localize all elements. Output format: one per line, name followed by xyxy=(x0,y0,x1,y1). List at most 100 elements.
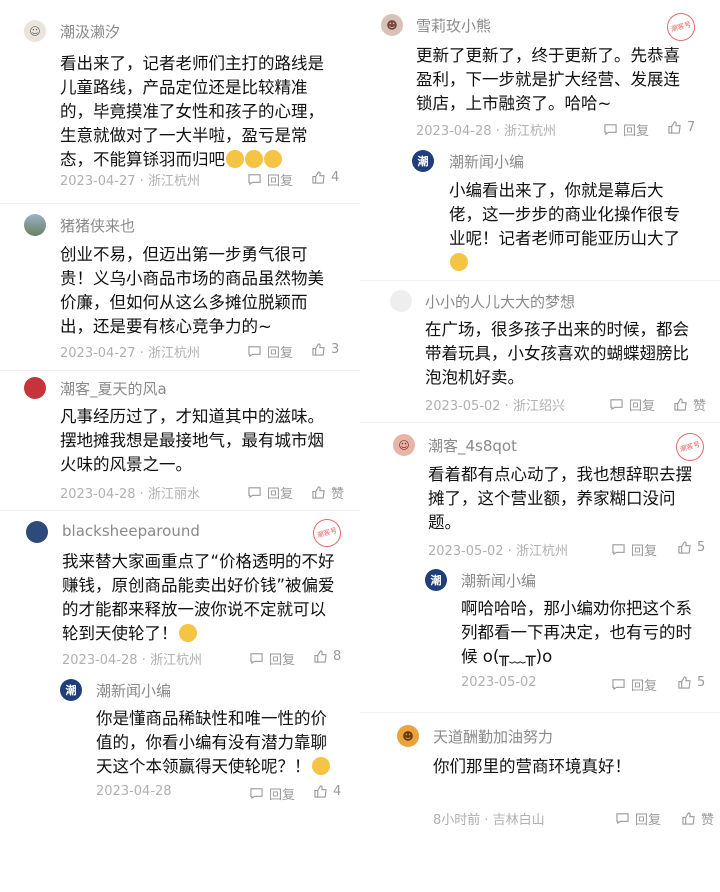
comment-text: 我来替大家画重点了“价格透明的不好赚钱，原创商品能卖出好价钱”被偏爱的才能都来释… xyxy=(62,552,335,643)
like-button[interactable]: 4 xyxy=(314,784,341,799)
like-button[interactable]: 7 xyxy=(668,120,695,135)
reply-button[interactable]: 回复 xyxy=(612,540,657,559)
like-button[interactable]: 赞 xyxy=(682,809,714,828)
avatar[interactable]: ☺ xyxy=(24,20,46,42)
avatar[interactable]: ☻ xyxy=(397,725,419,747)
comment-username[interactable]: 天道酬勤加油努力 xyxy=(433,726,553,747)
avatar[interactable]: ☺ xyxy=(393,434,415,456)
comment-text: 在广场，很多孩子出来的时候，都会带着玩具，小女孩喜欢的蝴蝶翅膀比泡泡机好卖。 xyxy=(425,320,689,387)
comment-username[interactable]: 猪猪侠来也 xyxy=(60,215,135,236)
like-button[interactable]: 5 xyxy=(678,540,705,555)
comment-username[interactable]: 潮新闻小编 xyxy=(449,151,524,172)
comment-username[interactable]: 潮汲濑汐 xyxy=(60,21,120,42)
avatar[interactable] xyxy=(24,214,46,236)
thumb-up-icon xyxy=(312,486,325,499)
thumb-up-icon xyxy=(312,171,325,184)
chaoke-badge-stamp: 潮客号 xyxy=(663,9,699,45)
thumb-up-icon xyxy=(682,812,695,825)
reply-button[interactable]: 回复 xyxy=(610,395,655,414)
comment-text: 看着都有点心动了，我也想辞职去摆摊了，这个营业额，养家糊口没问题。 xyxy=(428,465,692,532)
comment-username[interactable]: 潮新闻小编 xyxy=(461,570,536,591)
reply-button[interactable]: 回复 xyxy=(604,120,649,139)
like-button[interactable]: 赞 xyxy=(674,395,706,414)
like-button[interactable]: 赞 xyxy=(312,483,344,502)
avatar[interactable]: 潮 xyxy=(425,569,447,591)
chaoke-badge-stamp: 潮客号 xyxy=(672,429,708,465)
comment-meta: 2023-04-27 · 浙江杭州 xyxy=(60,174,200,189)
reply-button[interactable]: 回复 xyxy=(250,784,295,803)
comment-username[interactable]: 潮新闻小编 xyxy=(96,680,171,701)
like-button[interactable]: 4 xyxy=(312,170,339,185)
like-button[interactable]: 8 xyxy=(314,649,341,664)
comment-text: 啊哈哈哈，那小编劝你把这个系列都看一下再决定，也有亏的时候 o(╥﹏╥)o xyxy=(461,599,692,666)
reply-button[interactable]: 回复 xyxy=(250,649,295,668)
comment-icon xyxy=(250,788,263,800)
comment-username[interactable]: 潮客_夏天的风a xyxy=(60,378,167,399)
thumb-up-icon xyxy=(314,785,327,798)
avatar[interactable] xyxy=(26,521,48,543)
comment-meta: 2023-05-02 · 浙江绍兴 xyxy=(425,399,565,414)
avatar[interactable] xyxy=(24,377,46,399)
thumb-up-icon xyxy=(674,398,687,411)
laugh-cry-emoji-icon xyxy=(226,150,244,168)
comment-meta: 2023-04-28 · 浙江杭州 xyxy=(416,124,556,139)
comment-meta: 2023-04-27 · 浙江杭州 xyxy=(60,346,200,361)
avatar[interactable]: 潮 xyxy=(60,679,82,701)
reply-button[interactable]: 回复 xyxy=(248,170,293,189)
divider xyxy=(0,510,360,511)
right-column: ☻ 雪莉玫小熊 潮客号 更新了更新了，终于更新了。先恭喜盈利，下一步就是扩大经营… xyxy=(360,0,720,892)
thumb-up-icon xyxy=(314,650,327,663)
comment-meta: 2023-04-28 xyxy=(96,784,172,799)
divider xyxy=(0,370,360,371)
comment-icon xyxy=(248,174,261,186)
like-button[interactable]: 3 xyxy=(312,342,339,357)
avatar[interactable] xyxy=(390,290,412,312)
reply-button[interactable]: 回复 xyxy=(248,342,293,361)
comment-icon xyxy=(616,813,629,825)
comment-meta: 2023-04-28 · 浙江丽水 xyxy=(60,487,200,502)
divider xyxy=(360,280,720,281)
comment-icon xyxy=(604,124,617,136)
avatar[interactable]: ☻ xyxy=(381,14,403,36)
divider xyxy=(360,422,720,423)
divider xyxy=(360,712,720,713)
thumb-up-icon xyxy=(668,121,681,134)
comment-text: 创业不易，但迈出第一步勇气很可贵！义乌小商品市场的商品虽然物美价廉，但如何从这么… xyxy=(60,245,324,336)
comment-text: 小编看出来了，你就是幕后大佬，这一步步的商业化操作很专业呢！记者老师可能亚历山大… xyxy=(449,179,689,275)
comment-meta: 8小时前 · 吉林白山 xyxy=(433,813,545,828)
comment-username[interactable]: 小小的人儿大大的梦想 xyxy=(425,291,575,312)
comment-meta: 2023-05-02 · 浙江杭州 xyxy=(428,544,568,559)
comment-icon xyxy=(248,346,261,358)
comment-icon xyxy=(612,679,625,691)
chaoke-badge-stamp: 潮客号 xyxy=(309,515,345,551)
reply-button[interactable]: 回复 xyxy=(248,483,293,502)
comment-icon xyxy=(610,399,623,411)
divider xyxy=(0,203,360,204)
comment-text: 凡事经历过了，才知道其中的滋味。摆地摊我想是最接地气，最有城市烟火味的风景之一。 xyxy=(60,407,324,474)
comment-text: 更新了更新了，终于更新了。先恭喜盈利，下一步就是扩大经营、发展连锁店，上市融资了… xyxy=(416,46,680,113)
comment-username[interactable]: 雪莉玫小熊 xyxy=(416,15,491,36)
thumb-up-icon xyxy=(678,541,691,554)
thumb-up-icon xyxy=(312,343,325,356)
comment-username[interactable]: blacksheeparound xyxy=(62,522,200,540)
laugh-cry-emoji-icon xyxy=(450,253,468,271)
comment-icon xyxy=(248,487,261,499)
laugh-cry-emoji-icon xyxy=(264,150,282,168)
comment-meta: 2023-05-02 xyxy=(461,675,537,690)
comment-icon xyxy=(250,653,263,665)
comment-text: 你是懂商品稀缺性和唯一性的价值的，你看小编有没有潜力靠聊天这个本领赢得天使轮呢？… xyxy=(96,707,338,779)
upside-down-emoji-icon xyxy=(178,624,197,642)
reply-button[interactable]: 回复 xyxy=(612,675,657,694)
comment-text: 看出来了，记者老师们主打的路线是儿童路线，产品定位还是比较精准的，毕竟摸准了女性… xyxy=(60,54,324,169)
left-column: ☺ 潮汲濑汐 看出来了，记者老师们主打的路线是儿童路线，产品定位还是比较精准的，… xyxy=(0,0,360,892)
comment-username[interactable]: 潮客_4s8qot xyxy=(428,435,517,456)
thumb-up-icon xyxy=(678,676,691,689)
like-button[interactable]: 5 xyxy=(678,675,705,690)
comment-text: 你们那里的营商环境真好！ xyxy=(433,757,631,776)
comment-icon xyxy=(612,544,625,556)
laugh-cry-emoji-icon xyxy=(245,150,263,168)
comment-meta: 2023-04-28 · 浙江杭州 xyxy=(62,653,202,668)
sunglasses-emoji-icon xyxy=(311,757,330,775)
avatar[interactable]: 潮 xyxy=(412,150,434,172)
reply-button[interactable]: 回复 xyxy=(616,809,661,828)
